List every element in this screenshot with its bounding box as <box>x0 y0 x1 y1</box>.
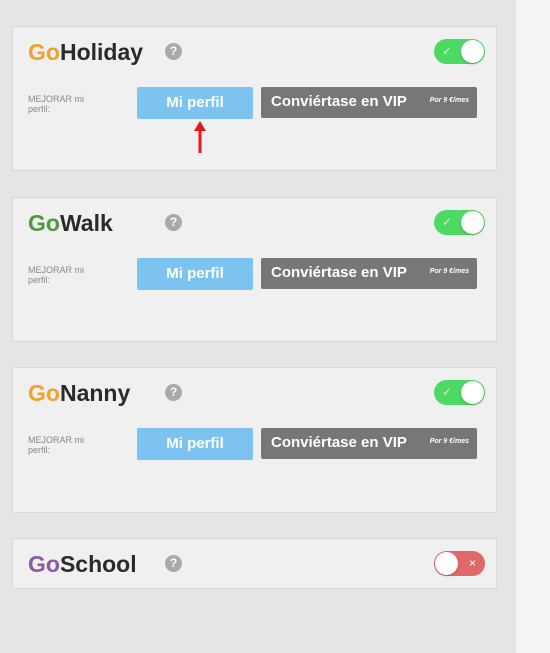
brand-name: School <box>59 551 137 577</box>
improve-profile-label: MEJORAR mi perfil: <box>28 435 84 455</box>
brand-name: Holiday <box>59 39 144 65</box>
service-card-gonanny: GoNanny ? ✓ MEJORAR mi perfil: Mi perfil… <box>12 367 497 513</box>
toggle-knob <box>435 552 458 575</box>
my-profile-button[interactable]: Mi perfil <box>137 87 253 119</box>
check-icon: ✓ <box>442 215 453 229</box>
brand-name: Walk <box>59 210 113 236</box>
red-arrow-pointer <box>194 121 206 153</box>
check-icon: ✓ <box>442 385 453 399</box>
help-icon[interactable]: ? <box>165 43 182 60</box>
my-profile-button[interactable]: Mi perfil <box>137 258 253 290</box>
service-toggle[interactable]: × <box>434 551 485 576</box>
service-card-goschool: GoSchool ? × <box>12 538 497 589</box>
improve-profile-label: MEJORAR mi perfil: <box>28 265 84 285</box>
service-title: GoWalk <box>28 210 113 237</box>
my-profile-button[interactable]: Mi perfil <box>137 428 253 460</box>
become-vip-button[interactable]: Conviértase en VIP Por 9 €/mes <box>261 87 477 118</box>
improve-profile-label: MEJORAR mi perfil: <box>28 94 84 114</box>
service-toggle[interactable]: ✓ <box>434 380 485 405</box>
help-icon[interactable]: ? <box>165 214 182 231</box>
become-vip-button[interactable]: Conviértase en VIP Por 9 €/mes <box>261 428 477 459</box>
brand-name: Nanny <box>59 380 131 406</box>
vip-button-label: Conviértase en VIP <box>271 434 407 451</box>
service-card-goholiday: GoHoliday ? ✓ MEJORAR mi perfil: Mi perf… <box>12 26 497 171</box>
service-title: GoSchool <box>28 551 137 578</box>
vip-price: Por 9 €/mes <box>429 268 469 275</box>
toggle-knob <box>461 381 484 404</box>
service-toggle[interactable]: ✓ <box>434 210 485 235</box>
vip-price: Por 9 €/mes <box>429 97 469 104</box>
help-icon[interactable]: ? <box>165 384 182 401</box>
brand-prefix: Go <box>28 380 60 406</box>
brand-prefix: Go <box>28 210 60 236</box>
vip-button-label: Conviértase en VIP <box>271 93 407 110</box>
vip-price: Por 9 €/mes <box>429 438 469 445</box>
become-vip-button[interactable]: Conviértase en VIP Por 9 €/mes <box>261 258 477 289</box>
close-icon: × <box>468 556 476 570</box>
service-title: GoHoliday <box>28 39 143 66</box>
help-icon[interactable]: ? <box>165 555 182 572</box>
brand-prefix: Go <box>28 551 60 577</box>
toggle-knob <box>461 40 484 63</box>
right-panel-edge <box>516 0 550 653</box>
check-icon: ✓ <box>442 44 453 58</box>
service-title: GoNanny <box>28 380 130 407</box>
service-card-gowalk: GoWalk ? ✓ MEJORAR mi perfil: Mi perfil … <box>12 197 497 342</box>
toggle-knob <box>461 211 484 234</box>
service-toggle[interactable]: ✓ <box>434 39 485 64</box>
brand-prefix: Go <box>28 39 60 65</box>
vip-button-label: Conviértase en VIP <box>271 264 407 281</box>
